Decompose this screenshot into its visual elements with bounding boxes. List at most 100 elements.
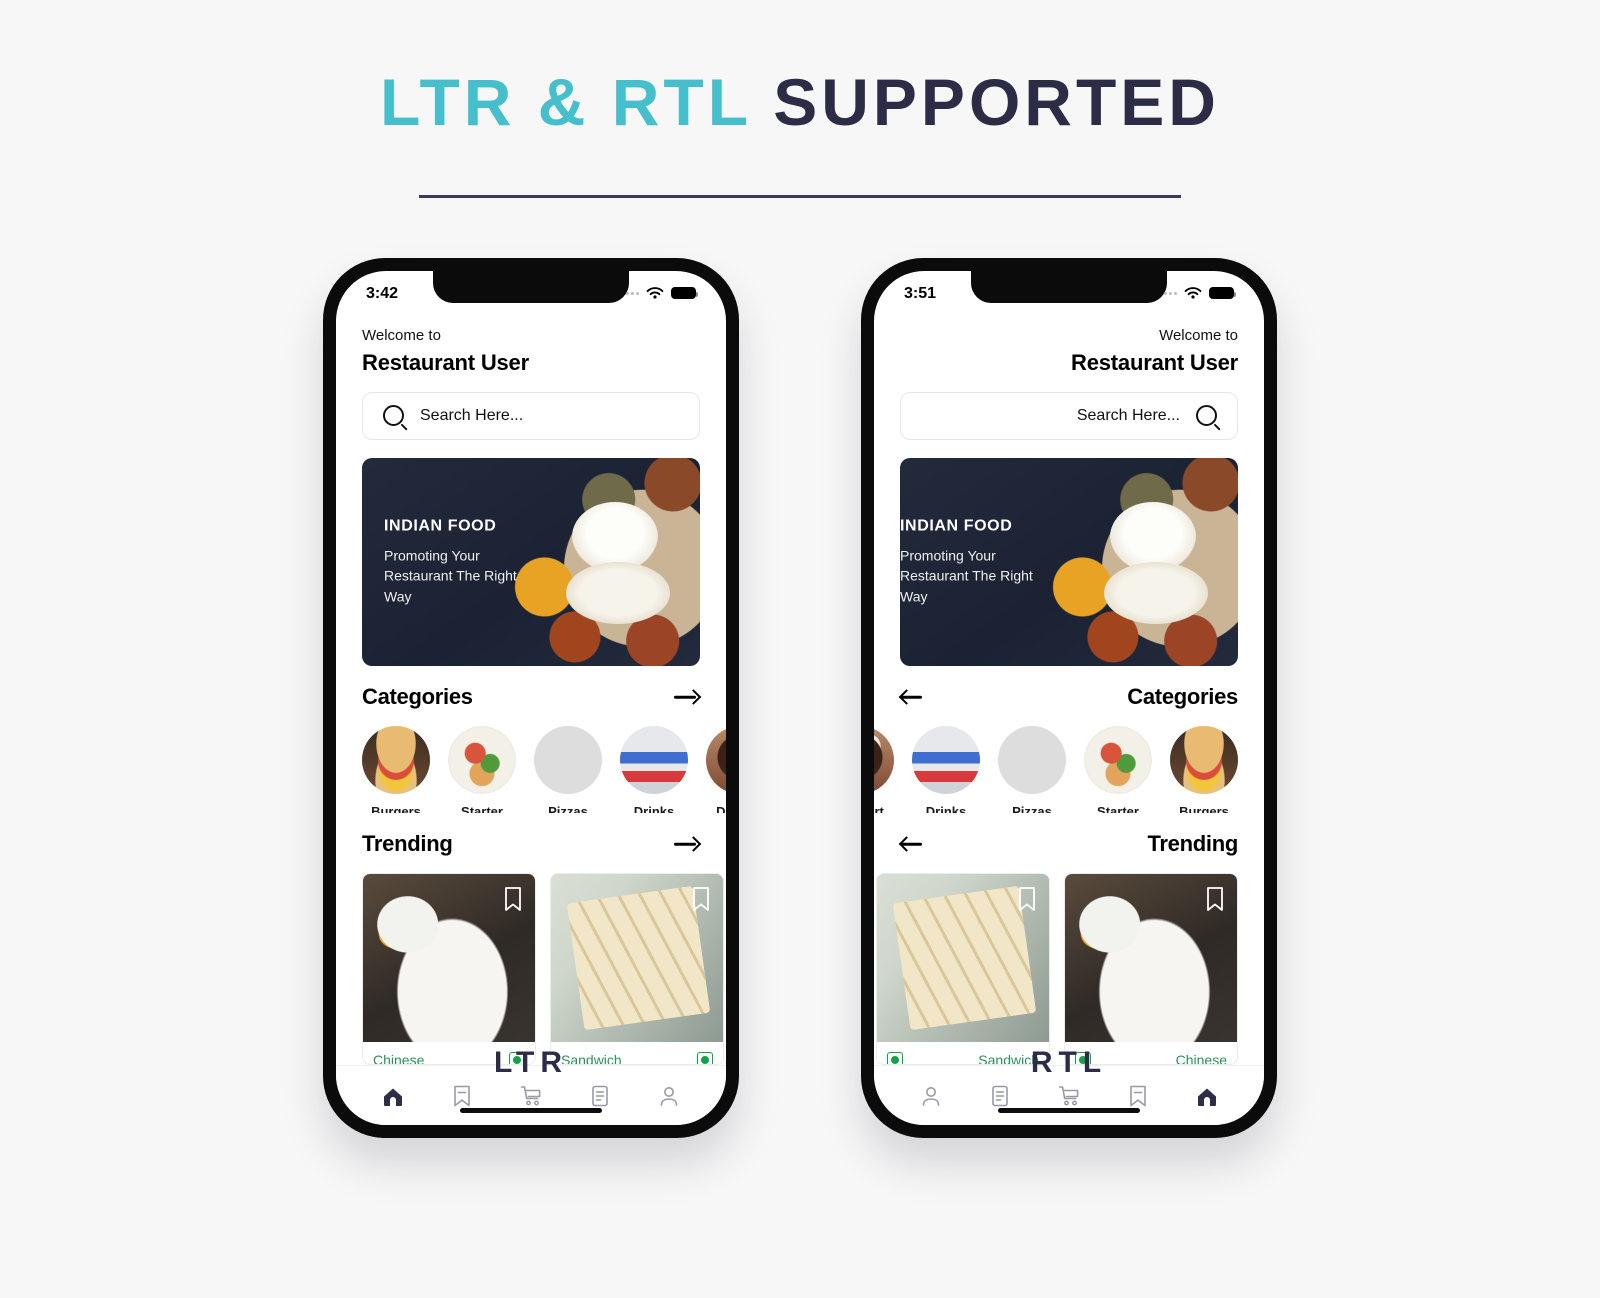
bookmark-icon[interactable] [449, 1083, 475, 1109]
trending-card[interactable]: Sandwich [550, 872, 724, 1066]
category-label: Drinks [925, 804, 967, 813]
arrow-right-icon[interactable] [674, 835, 700, 853]
phone-showcase: 3:42 Welcome to Restaurant User Search H… [0, 258, 1600, 1138]
trending-card[interactable]: Sandwich [876, 872, 1050, 1066]
welcome-greeting: Welcome to [1159, 327, 1238, 344]
page-title-rest: SUPPORTED [773, 65, 1220, 139]
banner-copy: INDIAN FOOD Promoting Your Restaurant Th… [384, 518, 544, 607]
category-label: Pizzas [548, 804, 588, 813]
battery-icon [671, 287, 698, 299]
category-label: Dessert [716, 804, 726, 813]
trending-image [363, 873, 535, 1042]
category-label: Dessert [874, 804, 884, 813]
banner-card[interactable]: INDIAN FOOD Promoting Your Restaurant Th… [362, 458, 700, 667]
category-image [706, 726, 726, 795]
orders-icon[interactable] [987, 1083, 1013, 1109]
categories-title: Categories [1127, 684, 1238, 710]
search-icon [383, 405, 404, 427]
arrow-left-icon[interactable] [900, 835, 926, 853]
category-label: Burgers [1179, 804, 1229, 813]
phone-wrap-rtl: 3:51 Welcome to Restaurant User Search H… [861, 258, 1277, 1138]
category-item[interactable]: Dessert [874, 726, 894, 813]
bookmark-icon[interactable] [1017, 886, 1037, 912]
cart-icon[interactable] [1056, 1083, 1082, 1109]
arrow-right-icon[interactable] [674, 688, 700, 706]
category-item[interactable]: Drinks [620, 726, 688, 813]
category-image [620, 726, 688, 795]
arrow-left-icon[interactable] [900, 688, 926, 706]
status-clock: 3:51 [904, 285, 937, 302]
bookmark-icon[interactable] [1125, 1083, 1151, 1109]
categories-title: Categories [362, 684, 473, 710]
banner-subtitle: Promoting Your Restaurant The Right Way [900, 547, 1033, 605]
banner-title: INDIAN FOOD [384, 517, 497, 535]
status-bar: 3:42 [336, 271, 726, 315]
profile-icon[interactable] [656, 1083, 682, 1109]
phone-wrap-ltr: 3:42 Welcome to Restaurant User Search H… [323, 258, 739, 1138]
categories-list[interactable]: Burgers Starter Pizzas Drinks [336, 726, 726, 813]
categories-section-header: Categories [336, 684, 726, 710]
cart-icon[interactable] [518, 1083, 544, 1109]
trending-image [551, 873, 723, 1042]
category-item[interactable]: Burgers [1170, 726, 1238, 813]
banner-carousel[interactable]: INDIAN FOOD Promoting Your Restaurant Th… [874, 458, 1264, 667]
screen-ltr: 3:42 Welcome to Restaurant User Search H… [336, 271, 726, 1125]
category-item[interactable]: Pizzas [998, 726, 1066, 813]
bookmark-icon[interactable] [503, 886, 523, 912]
category-item[interactable]: Dessert [706, 726, 726, 813]
category-label: Burgers [371, 804, 421, 813]
trending-list[interactable]: Chinese Sandwich [874, 872, 1264, 1066]
page-title-accent: LTR & RTL [380, 65, 751, 139]
trending-title: Trending [1147, 830, 1239, 856]
signal-icon [1164, 291, 1177, 295]
category-item[interactable]: Pizzas [534, 726, 602, 813]
home-indicator [998, 1108, 1140, 1113]
welcome-greeting: Welcome to [362, 327, 441, 344]
banner-card[interactable]: INDIAN FOOD Promoting Your Restaurant Th… [900, 458, 1238, 667]
trending-card[interactable]: Chinese [362, 872, 536, 1066]
search-placeholder: Search Here... [420, 406, 524, 424]
category-image [874, 726, 894, 795]
banner-title: INDIAN FOOD [900, 517, 1013, 535]
category-item[interactable]: Starter [1084, 726, 1152, 813]
category-image [998, 726, 1066, 795]
category-image [1170, 726, 1238, 795]
category-item[interactable]: Drinks [912, 726, 980, 813]
banner-carousel[interactable]: INDIAN FOOD Promoting Your Restaurant Th… [336, 458, 726, 667]
category-image [534, 726, 602, 795]
status-clock: 3:42 [366, 285, 399, 302]
category-image [362, 726, 430, 795]
trending-card[interactable]: Chinese [1064, 872, 1238, 1066]
bookmark-icon[interactable] [691, 886, 711, 912]
home-indicator [460, 1108, 602, 1113]
category-item[interactable]: Starter [448, 726, 516, 813]
bookmark-icon[interactable] [1205, 886, 1225, 912]
category-image [1084, 726, 1152, 795]
home-icon[interactable] [1194, 1083, 1220, 1109]
app-content-ltr: Welcome to Restaurant User Search Here..… [336, 315, 726, 1125]
search-input[interactable]: Search Here... [362, 391, 700, 441]
welcome-username: Restaurant User [362, 349, 529, 375]
category-label: Pizzas [1012, 804, 1052, 813]
welcome-username: Restaurant User [1071, 349, 1238, 375]
welcome-block: Welcome to Restaurant User [874, 315, 1264, 376]
welcome-block: Welcome to Restaurant User [336, 315, 726, 376]
search-input[interactable]: Search Here... [900, 391, 1238, 441]
banner-card[interactable]: SUPER Burger Special [874, 458, 888, 666]
orders-icon[interactable] [587, 1083, 613, 1109]
category-item[interactable]: Burgers [362, 726, 430, 813]
wifi-icon [1184, 286, 1202, 299]
status-indicators [626, 286, 698, 301]
wifi-icon [646, 286, 664, 299]
trending-list[interactable]: Chinese Sandwich [336, 872, 726, 1066]
status-bar: 3:51 [874, 271, 1264, 315]
battery-icon [1209, 287, 1236, 299]
search-icon [1196, 405, 1217, 427]
screen-rtl: 3:51 Welcome to Restaurant User Search H… [874, 271, 1264, 1125]
category-label: Drinks [633, 804, 675, 813]
signal-icon [626, 291, 639, 295]
banner-card[interactable]: SUPER Burger Special [712, 458, 726, 666]
profile-icon[interactable] [918, 1083, 944, 1109]
categories-list[interactable]: Burgers Starter Pizzas Drinks [874, 726, 1264, 813]
home-icon[interactable] [380, 1083, 406, 1109]
